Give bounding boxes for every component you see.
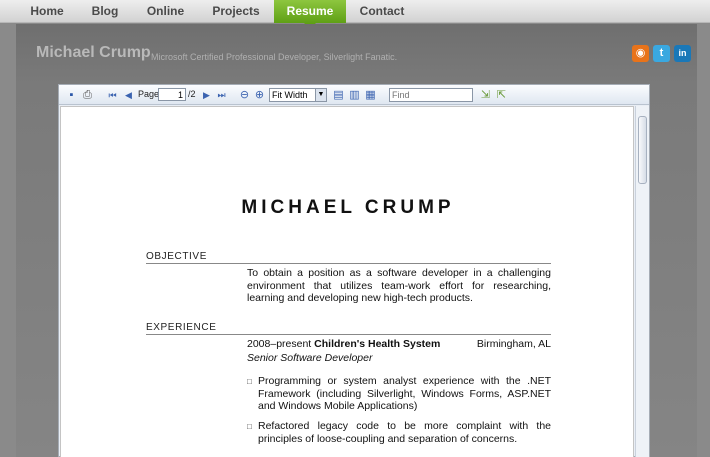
page-total: /2	[188, 89, 196, 99]
two-page-icon[interactable]: ▦	[364, 89, 377, 101]
page-label: Page	[138, 89, 160, 99]
nav-resume-label: Resume	[286, 4, 334, 18]
zoom-in-icon[interactable]: ⊕	[253, 89, 266, 101]
zoom-out-icon[interactable]: ⊖	[238, 89, 251, 101]
job-title: Senior Software Developer	[247, 352, 373, 364]
find-prev-icon[interactable]: ⇱	[495, 89, 508, 101]
find-input[interactable]	[389, 88, 473, 102]
find-next-icon[interactable]: ⇲	[479, 89, 492, 101]
last-page-icon[interactable]: ⏭	[215, 89, 228, 101]
save-icon[interactable]: ▪	[65, 89, 78, 101]
nav-home[interactable]: Home	[21, 0, 73, 23]
job-location: Birmingham, AL	[476, 338, 551, 350]
resume-name: MICHAEL CRUMP	[241, 197, 455, 218]
single-page-icon[interactable]: ▤	[332, 89, 345, 101]
nav-online[interactable]: Online	[138, 0, 193, 23]
scroll-thumb[interactable]	[638, 116, 647, 184]
twitter-icon[interactable]: t	[653, 45, 670, 62]
print-icon[interactable]: ⎙	[81, 89, 94, 101]
document-page[interactable]: MICHAEL CRUMP OBJECTIVE To obtain a posi…	[60, 106, 634, 457]
continuous-page-icon[interactable]: ▥	[348, 89, 361, 101]
nav-blog[interactable]: Blog	[80, 0, 130, 23]
linkedin-icon[interactable]: in	[674, 45, 691, 62]
page-number-input[interactable]	[158, 88, 186, 101]
next-page-icon[interactable]: ▶	[200, 89, 213, 101]
nav-projects[interactable]: Projects	[203, 0, 269, 23]
objective-text: To obtain a position as a software devel…	[247, 267, 551, 304]
rss-icon[interactable]: ◉	[632, 45, 649, 62]
prev-page-icon[interactable]: ◀	[122, 89, 135, 101]
vertical-scrollbar[interactable]	[635, 106, 649, 457]
experience-heading: EXPERIENCE	[146, 322, 551, 335]
job-line: 2008–present Children's Health System Bi…	[247, 338, 551, 350]
viewer-toolbar: ▪ ⎙ ⏮ ◀ Page /2 ▶ ⏭ ⊖ ⊕ Fit Width ▼ ▤ ▥ …	[59, 85, 649, 105]
top-nav: Home Blog Online Projects Resume Contact	[0, 0, 710, 29]
nav-resume[interactable]: Resume	[274, 0, 346, 29]
zoom-select[interactable]: Fit Width ▼	[269, 88, 327, 102]
site-tagline: Microsoft Certified Professional Develop…	[151, 52, 398, 62]
bullet-icon: □	[247, 377, 252, 386]
job-org: Children's Health System	[314, 338, 441, 350]
job-bullet: Programming or system analyst experience…	[258, 375, 551, 412]
job-bullet: Refactored legacy code to be more compla…	[258, 420, 551, 445]
nav-contact[interactable]: Contact	[352, 0, 412, 23]
site-title[interactable]: Michael Crump	[36, 44, 151, 62]
zoom-value: Fit Width	[272, 90, 308, 100]
first-page-icon[interactable]: ⏮	[106, 89, 119, 101]
document-viewer: ▪ ⎙ ⏮ ◀ Page /2 ▶ ⏭ ⊖ ⊕ Fit Width ▼ ▤ ▥ …	[58, 84, 650, 457]
job-dates: 2008–present	[247, 338, 312, 350]
bullet-icon: □	[247, 422, 252, 431]
objective-heading: OBJECTIVE	[146, 251, 551, 264]
chevron-down-icon[interactable]: ▼	[315, 89, 326, 101]
